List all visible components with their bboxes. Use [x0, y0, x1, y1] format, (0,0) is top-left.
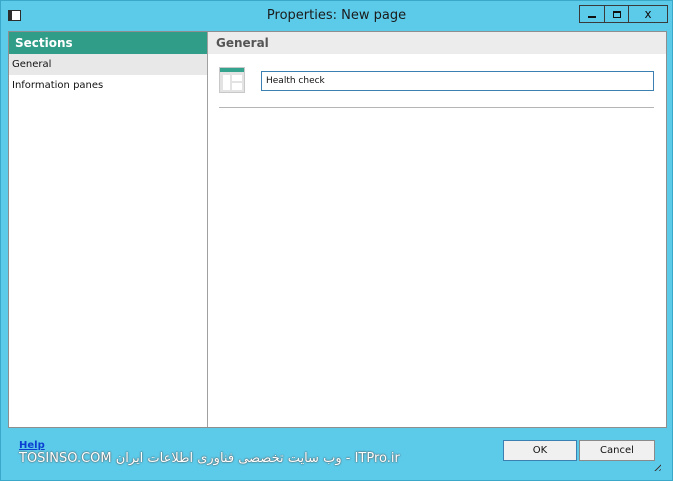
ok-button[interactable]: OK	[503, 440, 577, 461]
cancel-button[interactable]: Cancel	[579, 440, 655, 461]
title-bar[interactable]: Properties: New page x	[1, 1, 672, 31]
close-button[interactable]: x	[628, 5, 668, 23]
divider	[219, 107, 654, 108]
resize-grip-icon[interactable]	[652, 462, 661, 471]
close-icon: x	[644, 7, 652, 21]
sidebar-item-general[interactable]: General	[9, 54, 207, 75]
sections-sidebar: Sections General Information panes	[9, 32, 208, 427]
dialog-footer: Help TOSINSO.COM وب سایت تخصصی فناوری اط…	[8, 427, 665, 475]
minimize-icon	[588, 15, 596, 18]
maximize-button[interactable]	[604, 5, 629, 23]
help-link[interactable]: Help	[19, 440, 45, 451]
sidebar-item-information-panes[interactable]: Information panes	[9, 75, 207, 96]
dialog-body: Sections General Information panes Gener…	[8, 31, 667, 428]
panel-header: General	[208, 32, 666, 54]
window-title: Properties: New page	[266, 8, 407, 23]
page-layout-icon	[219, 67, 245, 93]
sidebar-header: Sections	[9, 32, 207, 54]
properties-window: Properties: New page x Sections General …	[0, 0, 673, 481]
page-name-input[interactable]	[261, 71, 654, 91]
watermark-text: TOSINSO.COM وب سایت تخصصی فناوری اطلاعات…	[19, 451, 400, 466]
general-panel: General	[208, 32, 666, 427]
minimize-button[interactable]	[579, 5, 605, 23]
maximize-icon	[612, 10, 621, 18]
